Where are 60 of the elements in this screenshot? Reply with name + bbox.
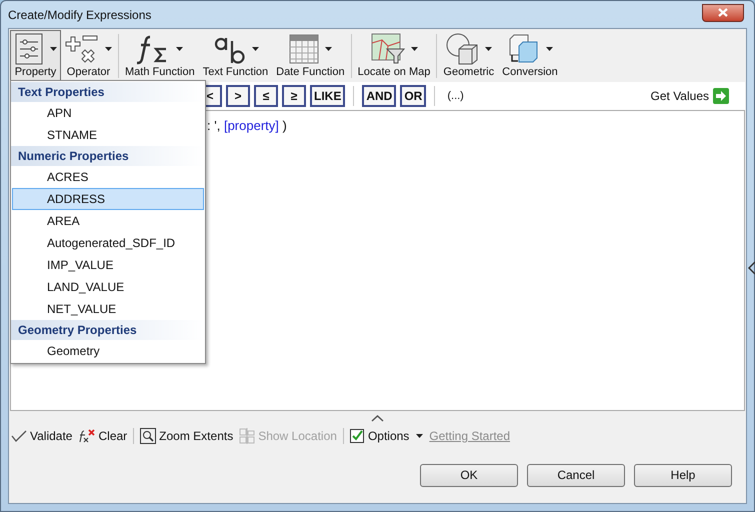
checkbox-icon bbox=[350, 428, 365, 444]
caret-icon bbox=[485, 47, 492, 51]
toolbar-button[interactable]: Math Function bbox=[121, 30, 199, 82]
menu-item[interactable]: IMP_VALUE bbox=[12, 254, 204, 276]
arrow-right-icon bbox=[713, 88, 729, 104]
caret-icon bbox=[546, 47, 554, 51]
toolbar-button[interactable]: Locate on Map bbox=[354, 30, 434, 82]
caret-icon bbox=[324, 47, 332, 51]
toolbar-button[interactable]: Text Function bbox=[198, 30, 272, 82]
sliders-icon bbox=[14, 33, 44, 65]
bottom-toolbar-button[interactable]: Zoom Extents bbox=[140, 427, 234, 445]
parentheses-button[interactable]: (...) bbox=[443, 85, 468, 107]
map-filter-icon bbox=[370, 33, 404, 65]
menu-item[interactable]: Autogenerated_SDF_ID bbox=[12, 232, 204, 254]
menu-group-header: Geometry Properties bbox=[18, 322, 137, 339]
zoom-icon bbox=[140, 428, 156, 444]
dialog-button[interactable]: OK bbox=[420, 464, 518, 486]
menu-item[interactable]: ACRES bbox=[12, 166, 204, 188]
bottom-toolbar-button[interactable]: Options bbox=[350, 427, 424, 445]
caret-icon bbox=[252, 47, 259, 51]
toolbar-button[interactable]: Geometric bbox=[439, 30, 498, 82]
comparison-button[interactable]: LIKE bbox=[310, 85, 346, 107]
toolbar-button[interactable]: Property bbox=[10, 30, 61, 82]
logic-button[interactable]: OR bbox=[400, 85, 426, 107]
caret-icon bbox=[105, 47, 112, 51]
grid-icon bbox=[239, 428, 256, 444]
bottom-toolbar-button[interactable]: Validate bbox=[11, 427, 72, 445]
caret-icon bbox=[416, 434, 424, 438]
get-values-button[interactable]: Get Values bbox=[650, 87, 729, 105]
menu-item[interactable]: AREA bbox=[12, 210, 204, 232]
comparison-button[interactable]: ≥ bbox=[282, 85, 306, 107]
sphere-cube-icon bbox=[445, 33, 480, 65]
menu-group-header: Numeric Properties bbox=[18, 148, 129, 165]
window-title: Create/Modify Expressions bbox=[8, 6, 152, 24]
checkmark-icon bbox=[11, 430, 27, 442]
caret-icon bbox=[176, 47, 184, 51]
menu-item[interactable]: LAND_VALUE bbox=[12, 276, 204, 298]
dialog-button[interactable]: Help bbox=[634, 464, 732, 486]
menu-item[interactable]: ADDRESS bbox=[12, 188, 204, 210]
caret-icon bbox=[410, 47, 418, 51]
comparison-button[interactable]: ≤ bbox=[254, 85, 278, 107]
close-button[interactable] bbox=[702, 4, 744, 22]
comparison-button[interactable]: > bbox=[226, 85, 250, 107]
menu-item[interactable]: Geometry bbox=[12, 340, 204, 362]
expression-text: : ', [property] ) bbox=[207, 117, 287, 135]
toolbar-button[interactable]: Date Function bbox=[272, 30, 349, 82]
plus-minus-icon bbox=[65, 33, 99, 65]
bottom-toolbar-button[interactable]: Clear bbox=[78, 427, 128, 445]
toolbar-button[interactable]: Operator bbox=[61, 30, 116, 82]
menu-item[interactable]: NET_VALUE bbox=[12, 298, 204, 320]
logic-button[interactable]: AND bbox=[362, 85, 396, 107]
toolbar-button[interactable]: Conversion bbox=[498, 30, 562, 82]
expand-up-icon[interactable] bbox=[371, 414, 384, 422]
calendar-icon bbox=[288, 34, 319, 64]
menu-group-header: Text Properties bbox=[18, 84, 104, 101]
menu-item[interactable]: STNAME bbox=[12, 124, 204, 146]
caret-icon bbox=[50, 47, 57, 51]
close-icon bbox=[718, 8, 728, 17]
function-clear-icon bbox=[78, 429, 96, 443]
dialog-button[interactable]: Cancel bbox=[527, 464, 625, 486]
